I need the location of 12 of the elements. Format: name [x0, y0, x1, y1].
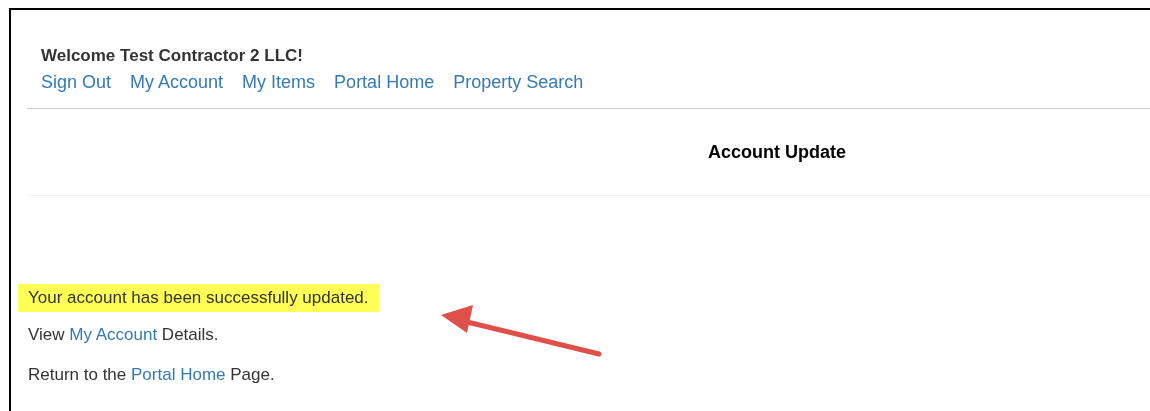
inline-link[interactable]: My Account: [69, 325, 158, 344]
link-sentence: View My Account Details.: [28, 324, 219, 346]
inline-link[interactable]: Portal Home: [131, 365, 226, 384]
link-sentence: Return to the Portal Home Page.: [28, 364, 275, 386]
nav-link[interactable]: My Account: [130, 70, 224, 94]
page-heading: Account Update: [707, 141, 847, 164]
nav-link[interactable]: Property Search: [453, 70, 584, 94]
nav-link[interactable]: Sign Out: [41, 70, 112, 94]
success-message: Your account has been successfully updated.: [18, 284, 379, 312]
nav-link[interactable]: Portal Home: [334, 70, 435, 94]
nav-link[interactable]: My Items: [242, 70, 316, 94]
welcome-text: Welcome Test Contractor 2 LLC!: [41, 45, 304, 67]
